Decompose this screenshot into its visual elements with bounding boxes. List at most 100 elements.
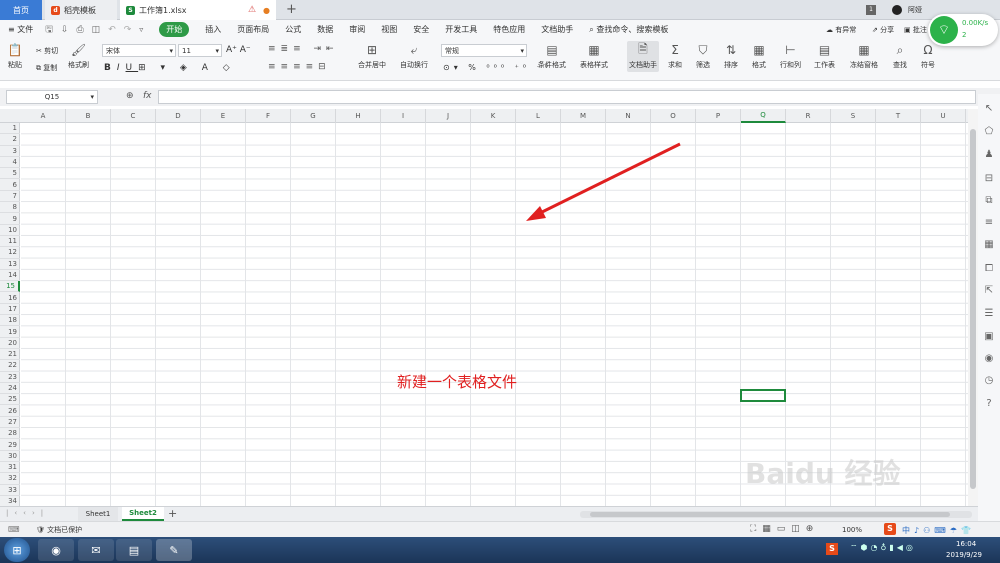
image-icon[interactable]: ▣ xyxy=(983,330,995,342)
pointer-icon[interactable]: ↖ xyxy=(983,102,995,114)
zoom-search-icon[interactable]: ⊕ xyxy=(126,91,134,101)
shapes-icon[interactable]: ⬠ xyxy=(983,125,995,137)
clock-date[interactable]: 2019/9/29 xyxy=(946,551,982,559)
folder-icon[interactable]: ▤ xyxy=(116,539,152,561)
backup-icon[interactable]: ◉ xyxy=(983,352,995,364)
style-icon[interactable]: ♟ xyxy=(983,148,995,160)
symbol-button[interactable]: Ω 符号 xyxy=(921,43,935,70)
tab-template[interactable]: d 稻壳模板 xyxy=(45,0,117,20)
menu-features[interactable]: 特色应用 xyxy=(493,24,525,35)
horizontal-scrollbar[interactable] xyxy=(580,511,972,518)
format-button[interactable]: ▦ 格式 xyxy=(752,43,766,70)
help-icon[interactable]: ? xyxy=(983,397,995,409)
network-speed-widget[interactable]: ⌔ 0.00K/s 2 xyxy=(928,14,998,46)
align-top-buttons[interactable]: ≡≣≡ ⇥⇤ xyxy=(268,44,339,54)
sheet-tab-1[interactable]: Sheet1 xyxy=(78,507,118,521)
tab-home[interactable]: 首页 xyxy=(0,0,42,20)
abnormal-status[interactable]: ☁ 有异常 xyxy=(826,25,856,35)
format-painter-button[interactable]: 🖌 格式刷 xyxy=(68,43,89,70)
filter-button[interactable]: ⛉ 筛选 xyxy=(696,43,710,70)
storage-icon[interactable]: ☰ xyxy=(983,307,995,319)
menu-data[interactable]: 数据 xyxy=(317,24,333,35)
font-grow-icon[interactable]: A⁺ A⁻ xyxy=(226,45,251,55)
start-button[interactable]: ⊞ xyxy=(4,538,30,562)
browser-icon[interactable]: ◉ xyxy=(38,539,74,561)
sheet-nav-icons[interactable]: |‹‹›| xyxy=(6,509,49,517)
layers-icon[interactable]: ⧉ xyxy=(983,194,995,206)
window-count-icon[interactable]: 1 xyxy=(866,5,876,15)
sheet-tab-2[interactable]: Sheet2 xyxy=(122,507,164,521)
grid-icon[interactable]: ▦ xyxy=(983,238,995,250)
number-format-select[interactable]: 常规 ▾ xyxy=(441,44,527,57)
name-box[interactable]: Q15 ▾ xyxy=(6,90,98,104)
sogou-ime-icon[interactable]: S xyxy=(884,523,896,535)
cut-button[interactable]: ✂ 剪切 xyxy=(36,46,58,56)
macro-icon[interactable]: ⌨ xyxy=(8,525,20,534)
font-style-buttons[interactable]: B I U ⊞ ▾ ◈ A ◇ xyxy=(104,63,236,73)
share-button[interactable]: ⇗ 分享 xyxy=(872,25,894,35)
wps-taskbar-icon[interactable]: ✎ xyxy=(156,539,192,561)
view-mode-icons[interactable]: ⛶▦▭◫⊕ xyxy=(750,524,819,534)
protected-status[interactable]: 🛡 文档已保护 xyxy=(36,525,82,535)
sum-button[interactable]: Σ 求和 xyxy=(668,43,682,70)
menu-doc-helper[interactable]: 文档助手 xyxy=(541,24,573,35)
merge-button[interactable]: ⊞ 合并居中 xyxy=(358,43,386,70)
paste-button[interactable]: 📋 粘贴 xyxy=(8,43,23,70)
warning-icon[interactable]: ⚠ xyxy=(248,5,256,15)
menu-insert[interactable]: 插入 xyxy=(205,24,221,35)
share-panel-icon[interactable]: ⇱ xyxy=(983,284,995,296)
wechat-icon[interactable]: ✉ xyxy=(78,539,114,561)
formula-input[interactable] xyxy=(158,90,976,104)
rowcol-button[interactable]: ⊢ 行和列 xyxy=(780,43,801,70)
customize-icon[interactable]: ▿ xyxy=(139,25,143,34)
new-tab-icon[interactable]: + xyxy=(286,2,297,17)
file-menu[interactable]: ≡ 文件 xyxy=(8,24,33,35)
worksheet-button[interactable]: ▤ 工作表 xyxy=(814,43,835,70)
undo-icon[interactable]: ↶ xyxy=(108,25,116,35)
export-icon[interactable]: ⇩ xyxy=(61,25,69,35)
redo-icon[interactable]: ↷ xyxy=(124,25,132,35)
vertical-scrollbar[interactable] xyxy=(968,109,978,506)
align-horizontal-buttons[interactable]: ≡≡≡≡⊟ xyxy=(268,62,331,72)
preview-icon[interactable]: ◫ xyxy=(92,25,101,35)
tray-sogou-icon[interactable]: S xyxy=(826,543,838,555)
properties-icon[interactable]: ⊟ xyxy=(983,172,995,184)
find-button[interactable]: ⌕ 查找 xyxy=(893,43,907,70)
fx-icon[interactable]: fx xyxy=(143,91,152,101)
annotate-button[interactable]: ▣ 批注 xyxy=(904,25,927,35)
horizontal-scroll-thumb[interactable] xyxy=(590,512,950,517)
ruler-icon[interactable]: ≡ xyxy=(983,216,995,228)
username[interactable]: 阿娅 xyxy=(908,5,922,15)
menu-review[interactable]: 审阅 xyxy=(349,24,365,35)
tab-document[interactable]: S 工作簿1.xlsx ⚠ ● xyxy=(120,0,276,20)
menu-page-layout[interactable]: 页面布局 xyxy=(237,24,269,35)
ime-toolbar-icons[interactable]: 中♪⚇⌨☂👕 xyxy=(902,525,975,536)
save-icon[interactable]: 🖫 xyxy=(45,22,53,38)
avatar[interactable] xyxy=(892,5,902,15)
menu-security[interactable]: 安全 xyxy=(413,24,429,35)
font-select[interactable]: 宋体 ▾ xyxy=(102,44,176,57)
zoom-level[interactable]: 100% xyxy=(842,526,862,534)
menu-developer[interactable]: 开发工具 xyxy=(445,24,477,35)
font-size-select[interactable]: 11 ▾ xyxy=(178,44,222,57)
table-style-button[interactable]: ▦ 表格样式 xyxy=(580,43,608,70)
menu-start[interactable]: 开始 xyxy=(159,22,190,37)
search-command[interactable]: ⌕ 查找命令、搜索模板 xyxy=(589,24,668,35)
sort-button[interactable]: ⇅ 排序 xyxy=(724,43,738,70)
scroll-thumb[interactable] xyxy=(970,129,976,489)
wrap-button[interactable]: ⤶ 自动换行 xyxy=(400,43,428,70)
conditional-format-button[interactable]: ▤ 条件格式 xyxy=(538,43,566,70)
menu-formula[interactable]: 公式 xyxy=(285,24,301,35)
doc-helper-button[interactable]: 🗎 文档助手 xyxy=(627,41,659,72)
copy-button[interactable]: ⧉ 复制 xyxy=(36,63,57,73)
spreadsheet-grid: ABCDEFGHIJKLMNOPQRSTU 1 2 3 4 5 6 7 8 9 10 11 12 13 1… xyxy=(0,109,968,506)
copy-panel-icon[interactable]: ⧠ xyxy=(983,262,995,274)
clock-time[interactable]: 16:04 xyxy=(956,540,976,548)
history-icon[interactable]: ◷ xyxy=(983,374,995,386)
add-sheet-icon[interactable]: + xyxy=(168,507,177,520)
print-icon[interactable]: ⎙ xyxy=(76,25,83,35)
menu-view[interactable]: 视图 xyxy=(381,24,397,35)
freeze-button[interactable]: ▦ 冻结窗格 xyxy=(850,43,878,70)
number-buttons[interactable]: ⊙▾ % ⁰⁰⁰ ⁺⁰ ⁻⁰ xyxy=(443,63,552,72)
tray-icons[interactable]: ⌔⬢◔♁▮◀◎ xyxy=(850,543,916,553)
